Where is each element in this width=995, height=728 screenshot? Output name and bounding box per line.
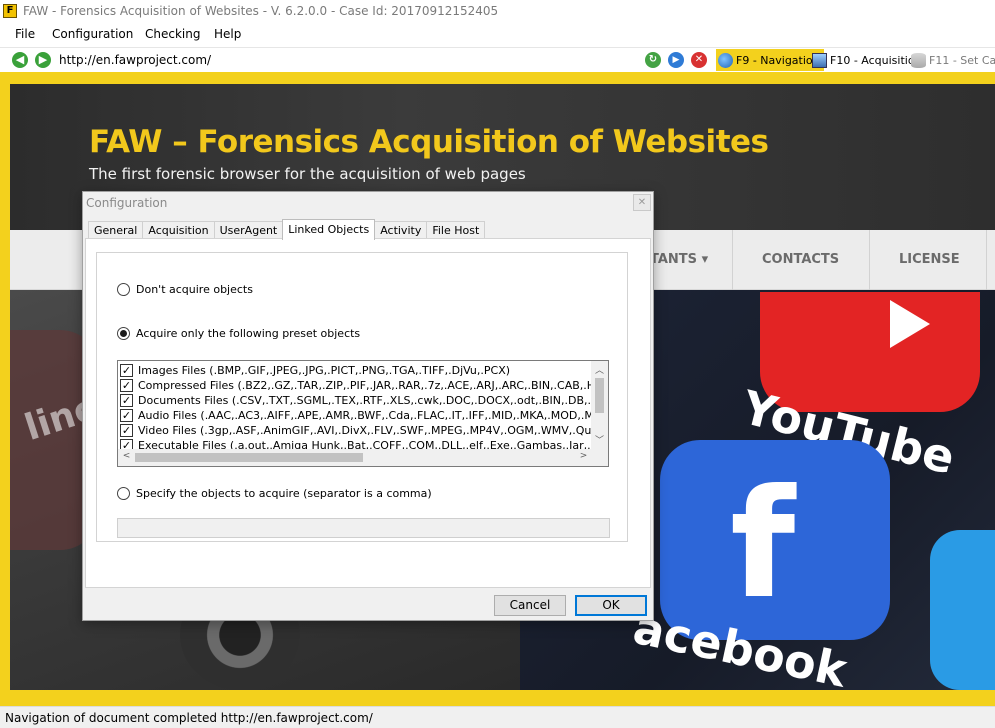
scroll-down-icon[interactable]: ﹀ [591,433,608,446]
website-nav-license[interactable]: LICENSE [899,252,960,267]
url-field[interactable]: http://en.fawproject.com/ [59,53,211,67]
mode-navigation-label: F9 - Navigation [736,53,820,67]
dialog-title: Configuration [86,196,168,210]
website-subtitle: The first forensic browser for the acqui… [89,165,526,183]
scrollbar-thumb[interactable] [595,378,604,413]
stop-icon[interactable]: ✕ [691,52,707,68]
checkbox-images[interactable]: ✓ [120,364,133,377]
menu-help[interactable]: Help [214,27,241,41]
configuration-dialog: Configuration ✕ General Acquisition User… [82,191,654,621]
list-item[interactable]: ✓ Documents Files (.CSV,.TXT,.SGML,.TEX,… [120,393,609,408]
facebook-logo-letter: f [730,458,796,632]
close-icon[interactable]: ✕ [633,194,651,211]
list-item-label: Compressed Files (.BZ2,.GZ,.TAR,.ZIP,.PI… [138,379,609,392]
mode-navigation-button[interactable]: F9 - Navigation [716,49,824,71]
status-bar: Navigation of document completed http://… [0,706,995,728]
nav-divider [986,230,987,290]
checkbox-compressed[interactable]: ✓ [120,379,133,392]
list-item-label: Video Files (.3gp,.ASF,.AnimGIF,.AVI,.Di… [138,424,609,437]
tab-useragent[interactable]: UserAgent [213,221,284,239]
mode-set-capture-button[interactable]: F11 - Set Captu [909,49,995,71]
menu-file[interactable]: File [15,27,35,41]
list-item[interactable]: ✓ Compressed Files (.BZ2,.GZ,.TAR,.ZIP,.… [120,378,609,393]
checkbox-documents[interactable]: ✓ [120,394,133,407]
tab-strip: General Acquisition UserAgent Linked Obj… [88,219,486,240]
menu-bar: File Configuration Checking Help [0,24,995,46]
mode-acquisition-label: F10 - Acquisition [830,53,922,67]
website-title: FAW – Forensics Acquisition of Websites [89,124,769,160]
scroll-right-icon[interactable]: > [575,451,592,461]
radio-preset-objects[interactable] [117,327,130,340]
database-icon [911,52,926,68]
tab-activity[interactable]: Activity [374,221,428,239]
monitor-icon [812,52,827,68]
preset-objects-list[interactable]: ✓ Images Files (.BMP,.GIF,.JPEG,.JPG,.PI… [117,360,609,467]
checkbox-audio[interactable]: ✓ [120,409,133,422]
linked-objects-group: Don't acquire objects Acquire only the f… [96,252,628,542]
window-title: FAW - Forensics Acquisition of Websites … [23,4,499,18]
linked-objects-panel: Don't acquire objects Acquire only the f… [85,238,651,588]
option-preset-objects[interactable]: Acquire only the following preset object… [117,327,360,340]
option-dont-acquire[interactable]: Don't acquire objects [117,283,253,296]
specify-objects-input[interactable] [117,518,610,538]
forward-icon[interactable]: ▶ [35,52,51,68]
tab-acquisition[interactable]: Acquisition [142,221,215,239]
nav-divider [732,230,733,290]
option-dont-acquire-label: Don't acquire objects [136,283,253,296]
list-item-label: Images Files (.BMP,.GIF,.JPEG,.JPG,.PICT… [138,364,511,377]
menu-checking[interactable]: Checking [145,27,200,41]
list-item[interactable]: ✓ Audio Files (.AAC,.AC3,.AIFF,.APE,.AMR… [120,408,609,423]
tab-file-host[interactable]: File Host [426,221,486,239]
scroll-left-icon[interactable]: < [118,451,135,461]
checkbox-video[interactable]: ✓ [120,424,133,437]
status-text: Navigation of document completed http://… [5,711,373,725]
radio-specify-objects[interactable] [117,487,130,500]
app-logo-icon: F [3,4,17,18]
menu-configuration[interactable]: Configuration [52,27,133,41]
globe-icon [718,52,733,68]
twitter-app-icon [930,530,995,690]
option-specify-objects-label: Specify the objects to acquire (separato… [136,487,432,500]
play-icon [890,300,930,348]
option-preset-objects-label: Acquire only the following preset object… [136,327,361,340]
list-item-label: Audio Files (.AAC,.AC3,.AIFF,.APE,.AMR,.… [138,409,609,422]
go-icon[interactable]: ▶ [668,52,684,68]
nav-divider [869,230,870,290]
title-bar: F FAW - Forensics Acquisition of Website… [0,0,995,24]
cancel-button[interactable]: Cancel [494,595,566,616]
address-toolbar: ◀ ▶ http://en.fawproject.com/ ↻ ▶ ✕ F9 -… [0,47,995,72]
tab-general[interactable]: General [88,221,144,239]
horizontal-scrollbar[interactable]: < > [118,449,608,466]
caret-down-icon: ▾ [701,252,709,267]
refresh-icon[interactable]: ↻ [645,52,661,68]
website-nav-contacts[interactable]: CONTACTS [762,252,839,267]
list-item[interactable]: ✓ Images Files (.BMP,.GIF,.JPEG,.JPG,.PI… [120,363,510,378]
scrollbar-thumb[interactable] [135,453,363,462]
list-item[interactable]: ✓ Video Files (.3gp,.ASF,.AnimGIF,.AVI,.… [120,423,609,438]
radio-dont-acquire[interactable] [117,283,130,296]
back-icon[interactable]: ◀ [12,52,28,68]
ok-button[interactable]: OK [575,595,647,616]
mode-set-capture-label: F11 - Set Captu [929,53,995,67]
scroll-up-icon[interactable]: ︿ [591,363,608,376]
option-specify-objects[interactable]: Specify the objects to acquire (separato… [117,487,432,500]
website-nav-assistants[interactable]: TANTS ▾ [650,252,708,267]
list-item-label: Documents Files (.CSV,.TXT,.SGML,.TEX,.R… [138,394,609,407]
tab-linked-objects[interactable]: Linked Objects [282,219,376,240]
vertical-scrollbar[interactable]: ︿ ﹀ [591,361,608,450]
